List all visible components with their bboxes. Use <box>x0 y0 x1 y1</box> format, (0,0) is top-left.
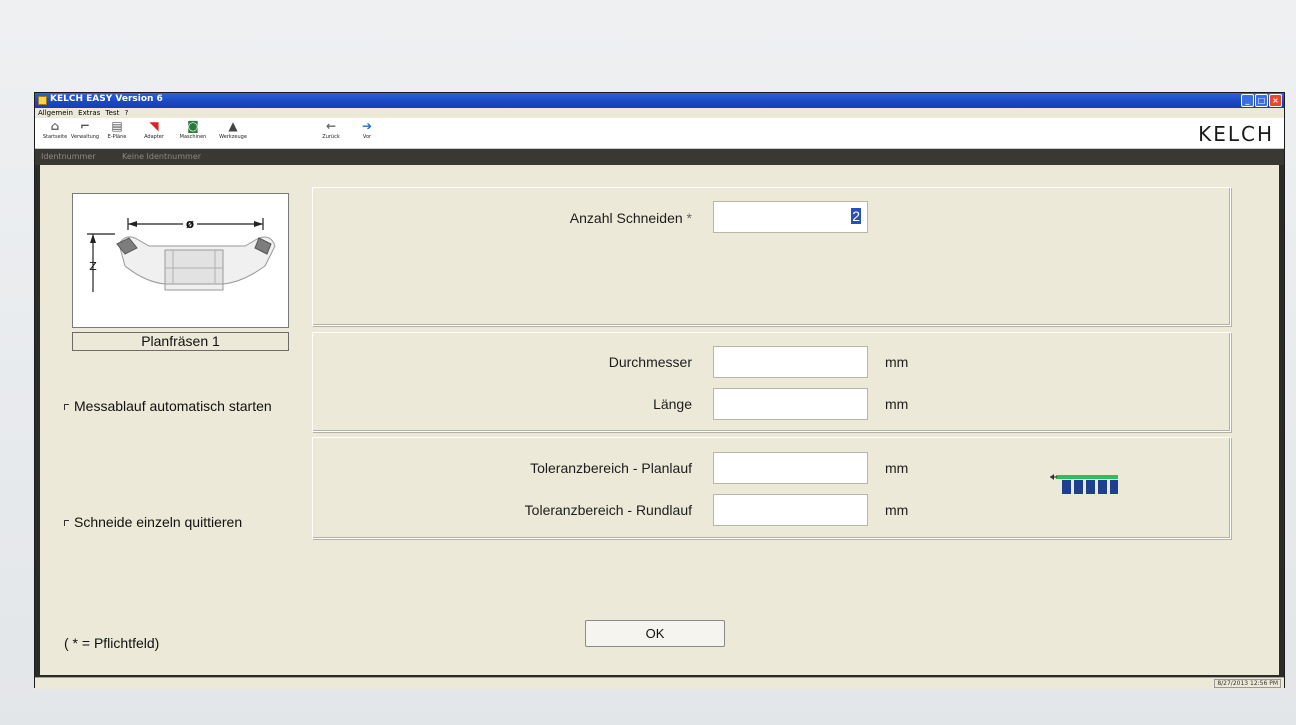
toolbar-label: Werkzeuge <box>219 134 247 140</box>
durchmesser-label: Durchmesser <box>608 354 692 370</box>
auto-start-label: Messablauf automatisch starten <box>74 398 272 414</box>
status-datetime: 8/27/2013 12:56 PM <box>1214 679 1281 688</box>
durchmesser-input[interactable] <box>713 346 868 378</box>
menu-bar: Allgemein Extras Test ? <box>35 108 1284 118</box>
toolbar: ⌂ Startseite ⌐ Verwaltung ▤ E-Pläne ◥ Ad… <box>35 118 1284 149</box>
ident-label: Identnummer <box>41 152 96 161</box>
cutting-edges-panel: Anzahl Schneiden * 2 <box>312 187 1231 326</box>
kelch-logo: KELCH <box>1198 122 1274 146</box>
ident-bar: Identnummer Keine Identnummer <box>35 149 1284 165</box>
ident-value: Keine Identnummer <box>122 152 202 161</box>
toolbar-label: Verwaltung <box>70 134 100 140</box>
toolbar-label: E-Pläne <box>107 134 127 140</box>
toolbar-zurueck-button[interactable]: ← Zurück <box>313 120 349 140</box>
adapter-icon: ◥ <box>149 119 159 133</box>
status-bar: 8/27/2013 12:56 PM <box>35 677 1284 689</box>
home-icon: ⌂ <box>50 119 60 133</box>
machine-icon: ◙ <box>187 119 199 133</box>
close-button[interactable]: × <box>1269 94 1282 107</box>
menu-test[interactable]: Test <box>106 108 120 118</box>
back-arrow-icon: ← <box>325 119 337 133</box>
toolbar-label: Adapter <box>144 134 164 140</box>
forward-arrow-icon: ➔ <box>361 119 373 133</box>
confirm-each-checkbox[interactable]: Schneide einzeln quittieren <box>64 514 242 530</box>
toolbar-label: Startseite <box>42 134 68 140</box>
menu-help[interactable]: ? <box>125 108 129 118</box>
toolbar-label: Vor <box>362 134 372 140</box>
laenge-input[interactable] <box>713 388 868 420</box>
window-title: KELCH EASY Version 6 <box>50 94 163 104</box>
auto-start-checkbox[interactable]: Messablauf automatisch starten <box>64 398 284 415</box>
toolbar-vor-button[interactable]: ➔ Vor <box>349 120 385 140</box>
toolbar-eplaene-button[interactable]: ▤ E-Pläne <box>99 120 135 140</box>
main-content: ø Z Planfräsen 1 Messablauf automatisch … <box>40 165 1279 675</box>
checkbox-box[interactable] <box>64 520 69 527</box>
required-field-note: ( * = Pflichtfeld) <box>64 635 160 651</box>
planlauf-input[interactable] <box>713 452 868 484</box>
ok-button[interactable]: OK <box>585 620 725 647</box>
menu-extras[interactable]: Extras <box>78 108 100 118</box>
anzahl-schneiden-input[interactable]: 2 <box>713 201 868 233</box>
tools-icon: ▲ <box>228 119 238 133</box>
toolbar-label: Maschinen <box>179 134 207 140</box>
plan-icon: ▤ <box>111 119 123 133</box>
toolbar-werkzeuge-button[interactable]: ▲ Werkzeuge <box>215 120 251 140</box>
diameter-symbol: ø <box>186 217 194 231</box>
planlauf-unit: mm <box>885 460 909 476</box>
tolerance-panel: Toleranzbereich - Planlauf mm Toleranzbe… <box>312 437 1231 539</box>
tool-caption: Planfräsen 1 <box>72 332 289 351</box>
anzahl-schneiden-label: Anzahl Schneiden * <box>569 210 692 226</box>
toolbar-adapter-button[interactable]: ◥ Adapter <box>136 120 172 140</box>
rundlauf-unit: mm <box>885 502 909 518</box>
laenge-label: Länge <box>653 396 692 412</box>
rundlauf-input[interactable] <box>713 494 868 526</box>
rundlauf-label: Toleranzbereich - Rundlauf <box>524 502 692 518</box>
tool-image: ø Z <box>72 193 289 328</box>
dimensions-panel: Durchmesser mm Länge mm <box>312 332 1231 432</box>
app-icon <box>38 96 47 105</box>
minimize-button[interactable]: _ <box>1241 94 1254 107</box>
confirm-each-label: Schneide einzeln quittieren <box>74 514 243 530</box>
z-label: Z <box>89 260 97 273</box>
planlauf-label: Toleranzbereich - Planlauf <box>530 460 692 476</box>
app-window: KELCH EASY Version 6 _ □ × Allgemein Ext… <box>34 92 1285 689</box>
menu-allgemein[interactable]: Allgemein <box>38 108 73 118</box>
folder-icon: ⌐ <box>79 119 91 133</box>
title-bar: KELCH EASY Version 6 _ □ × <box>35 93 1284 108</box>
tolerance-gauge-icon <box>1050 474 1118 494</box>
toolbar-label: Zurück <box>322 134 340 140</box>
maximize-button[interactable]: □ <box>1255 94 1268 107</box>
laenge-unit: mm <box>885 396 909 412</box>
durchmesser-unit: mm <box>885 354 909 370</box>
checkbox-box[interactable] <box>64 404 69 411</box>
toolbar-maschinen-button[interactable]: ◙ Maschinen <box>175 120 211 140</box>
toolbar-verwaltung-button[interactable]: ⌐ Verwaltung <box>67 120 103 140</box>
